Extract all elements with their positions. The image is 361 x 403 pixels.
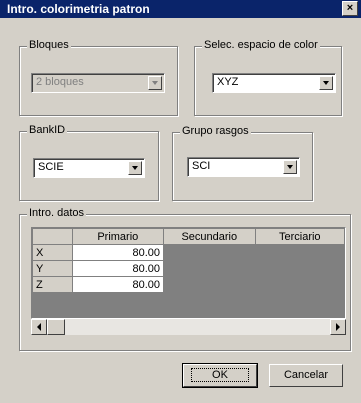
cell-terciario[interactable] [254,260,345,277]
row-header[interactable]: X [32,244,73,261]
row-header[interactable]: Y [32,260,73,277]
table-row: Y 80.00 [32,260,345,277]
rasgos-value: SCI [192,160,211,172]
data-grid[interactable]: Primario Secundario Terciario X 80.00 Y … [31,227,346,319]
close-button[interactable]: × [342,1,358,16]
row-header[interactable]: Z [32,276,73,293]
bankid-select[interactable]: SCIE [33,158,145,178]
horizontal-scrollbar[interactable] [31,319,346,335]
table-row: Z 80.00 [32,276,345,293]
rasgos-legend: Grupo rasgos [180,125,251,137]
bloques-value: 2 bloques [36,76,84,88]
arrow-right-icon [336,323,340,331]
cell-terciario[interactable] [254,276,345,293]
cell-secundario[interactable] [162,244,256,261]
chevron-down-icon[interactable] [128,161,142,175]
cell-secundario[interactable] [162,260,256,277]
column-header[interactable]: Terciario [254,228,345,245]
bankid-value: SCIE [38,161,64,173]
rasgos-select[interactable]: SCI [187,157,300,177]
cell-primario[interactable]: 80.00 [71,260,164,277]
ok-button[interactable]: OK [182,363,258,388]
cancel-label: Cancelar [283,369,329,381]
arrow-left-icon [37,323,41,331]
table-row: X 80.00 [32,244,345,261]
bloques-select: 2 bloques [31,73,165,93]
scroll-left-button[interactable] [31,319,47,335]
chevron-down-icon[interactable] [319,76,333,90]
cell-primario[interactable]: 80.00 [71,276,164,293]
column-header[interactable]: Primario [71,228,164,245]
chevron-down-icon [148,76,162,90]
title-bar: Intro. colorimetria patron × [0,0,361,18]
scroll-right-button[interactable] [330,319,346,335]
scroll-thumb[interactable] [47,319,65,335]
cell-primario[interactable]: 80.00 [71,244,164,261]
chevron-down-icon[interactable] [283,160,297,174]
cell-terciario[interactable] [254,244,345,261]
bloques-legend: Bloques [27,39,71,51]
datos-legend: Intro. datos [27,207,87,219]
espacio-value: XYZ [217,76,239,88]
ok-label: OK [191,368,249,382]
grid-corner [32,228,73,245]
cancel-button[interactable]: Cancelar [269,364,343,387]
column-header[interactable]: Secundario [162,228,256,245]
window-title: Intro. colorimetria patron [7,2,150,16]
cell-secundario[interactable] [162,276,256,293]
bankid-legend: BankID [27,124,68,136]
espacio-select[interactable]: XYZ [212,73,336,93]
espacio-legend: Selec. espacio de color [202,39,320,51]
